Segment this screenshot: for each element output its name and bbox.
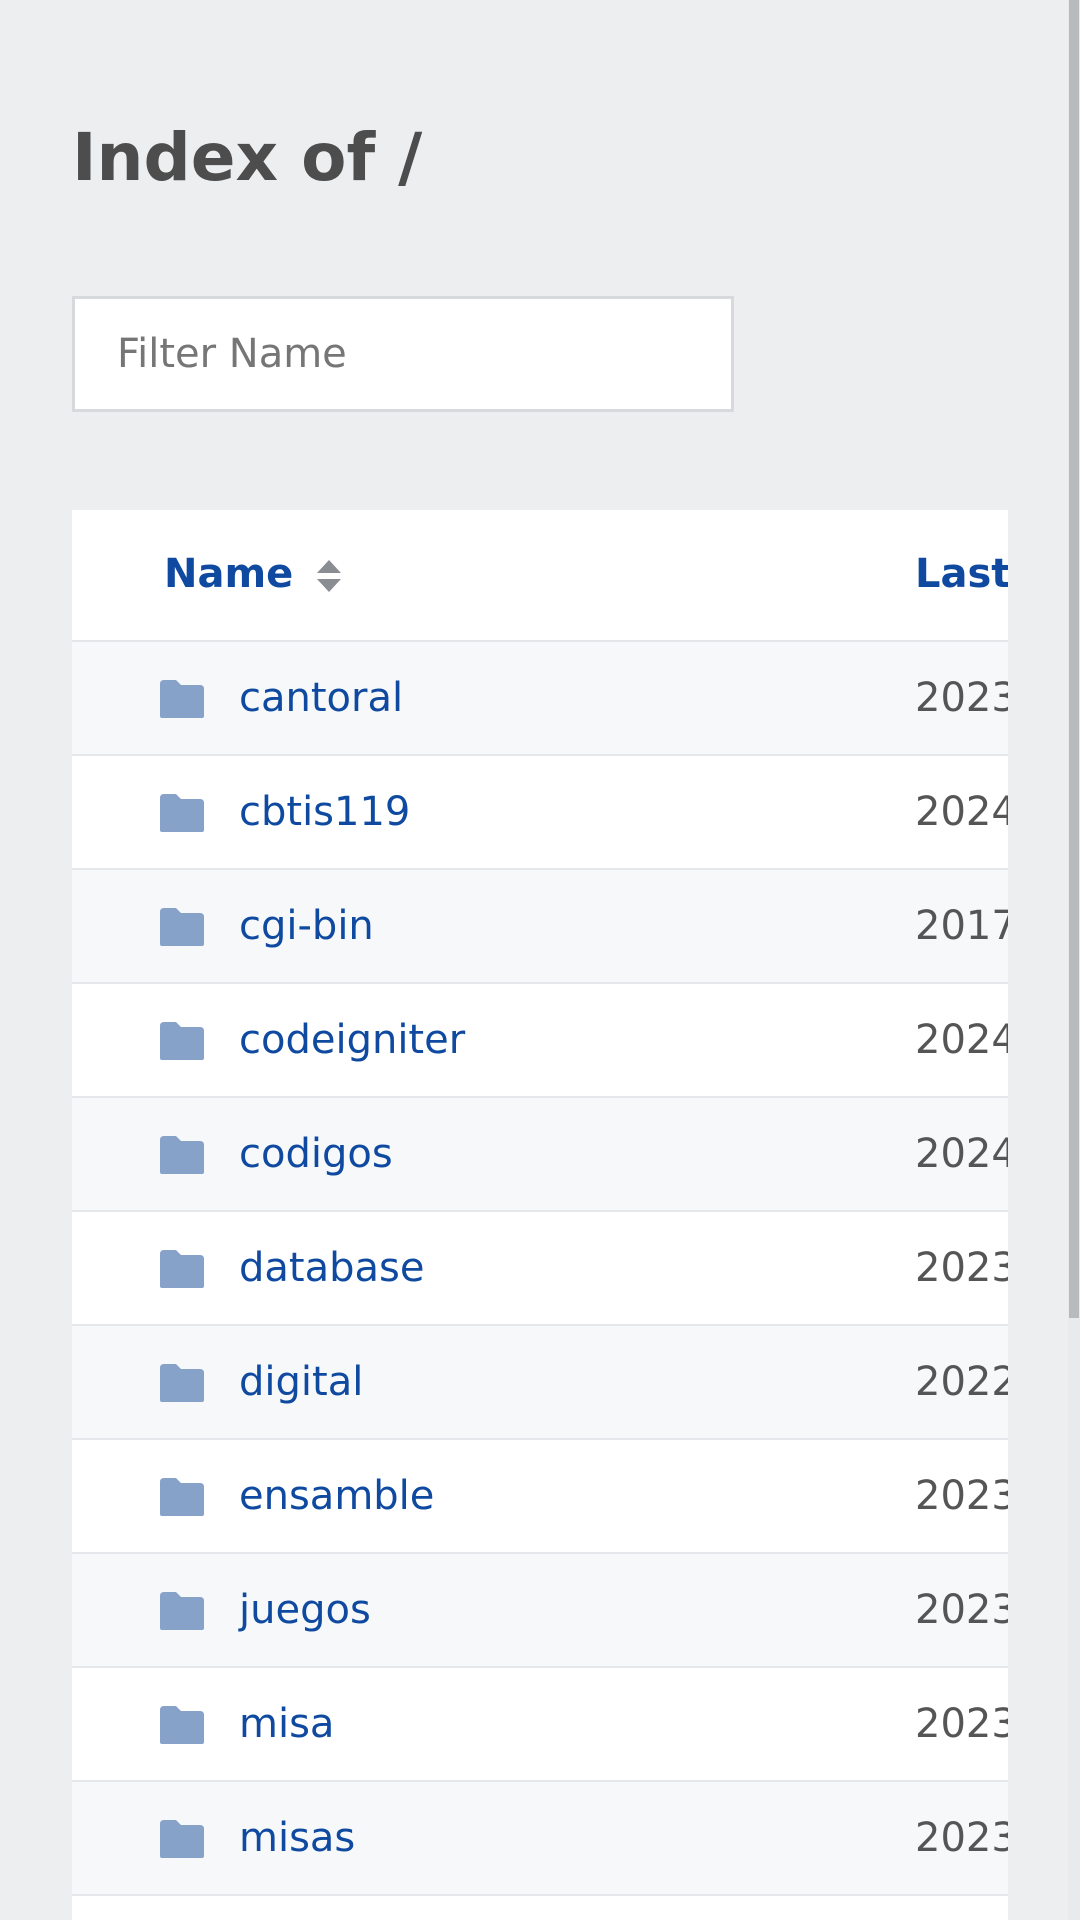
folder-icon — [160, 794, 204, 832]
scrollbar-thumb[interactable] — [1069, 0, 1079, 1318]
folder-icon — [160, 1364, 204, 1402]
folder-icon — [160, 1250, 204, 1288]
last-modified-value: 2023 — [915, 1587, 1008, 1633]
table-row[interactable]: codigos 2024 — [72, 1098, 1008, 1212]
table-row[interactable]: misa 2023 — [72, 1668, 1008, 1782]
table-row[interactable]: database 2023 — [72, 1212, 1008, 1326]
folder-icon — [160, 680, 204, 718]
last-modified-value: 2024 — [915, 789, 1008, 835]
folder-name-link[interactable]: misas — [239, 1812, 355, 1864]
last-modified-value: 2023 — [915, 1473, 1008, 1519]
folder-name-link[interactable]: digital — [239, 1356, 363, 1408]
folder-name-link[interactable]: juegos — [239, 1584, 371, 1636]
table-row[interactable]: cbtis119 2024 — [72, 756, 1008, 870]
folder-icon — [160, 1706, 204, 1744]
table-row[interactable]: codeigniter 2024 — [72, 984, 1008, 1098]
folder-icon — [160, 908, 204, 946]
last-modified-value: 2022 — [915, 1359, 1008, 1405]
table-header: Name Last — [72, 510, 1008, 642]
table-body: cantoral 2023 cbtis119 2024 cgi-bin 2017… — [72, 642, 1008, 1896]
table-row[interactable]: digital 2022 — [72, 1326, 1008, 1440]
name-column-header[interactable]: Name — [164, 548, 293, 600]
last-modified-value: 2023 — [915, 1245, 1008, 1291]
filter-name-input[interactable] — [72, 296, 734, 412]
folder-icon — [160, 1592, 204, 1630]
folder-icon — [160, 1820, 204, 1858]
table-row[interactable]: juegos 2023 — [72, 1554, 1008, 1668]
last-modified-column-header[interactable]: Last — [915, 548, 1008, 600]
folder-name-link[interactable]: misa — [239, 1698, 334, 1750]
folder-name-link[interactable]: cantoral — [239, 672, 403, 724]
page-title: Index of / — [72, 119, 423, 196]
folder-icon — [160, 1022, 204, 1060]
folder-name-link[interactable]: cbtis119 — [239, 786, 410, 838]
last-modified-value: 2023 — [915, 1815, 1008, 1861]
table-row[interactable]: ensamble 2023 — [72, 1440, 1008, 1554]
folder-name-link[interactable]: database — [239, 1242, 424, 1294]
file-table: Name Last cantoral 2023 cbtis119 2024 cg… — [72, 510, 1008, 1920]
directory-listing-page: Index of / Name Last cantoral 2023 cbtis… — [0, 0, 1080, 1920]
sort-icon[interactable] — [316, 558, 342, 594]
folder-name-link[interactable]: codeigniter — [239, 1014, 465, 1066]
last-modified-value: 2023 — [915, 675, 1008, 721]
folder-name-link[interactable]: cgi-bin — [239, 900, 374, 952]
table-row[interactable]: cantoral 2023 — [72, 642, 1008, 756]
last-modified-value: 2024 — [915, 1131, 1008, 1177]
table-row[interactable]: cgi-bin 2017 — [72, 870, 1008, 984]
table-row[interactable]: misas 2023 — [72, 1782, 1008, 1896]
folder-name-link[interactable]: ensamble — [239, 1470, 434, 1522]
folder-icon — [160, 1478, 204, 1516]
folder-name-link[interactable]: codigos — [239, 1128, 393, 1180]
last-modified-value: 2017 — [915, 903, 1008, 949]
last-modified-value: 2024 — [915, 1017, 1008, 1063]
last-modified-value: 2023 — [915, 1701, 1008, 1747]
folder-icon — [160, 1136, 204, 1174]
